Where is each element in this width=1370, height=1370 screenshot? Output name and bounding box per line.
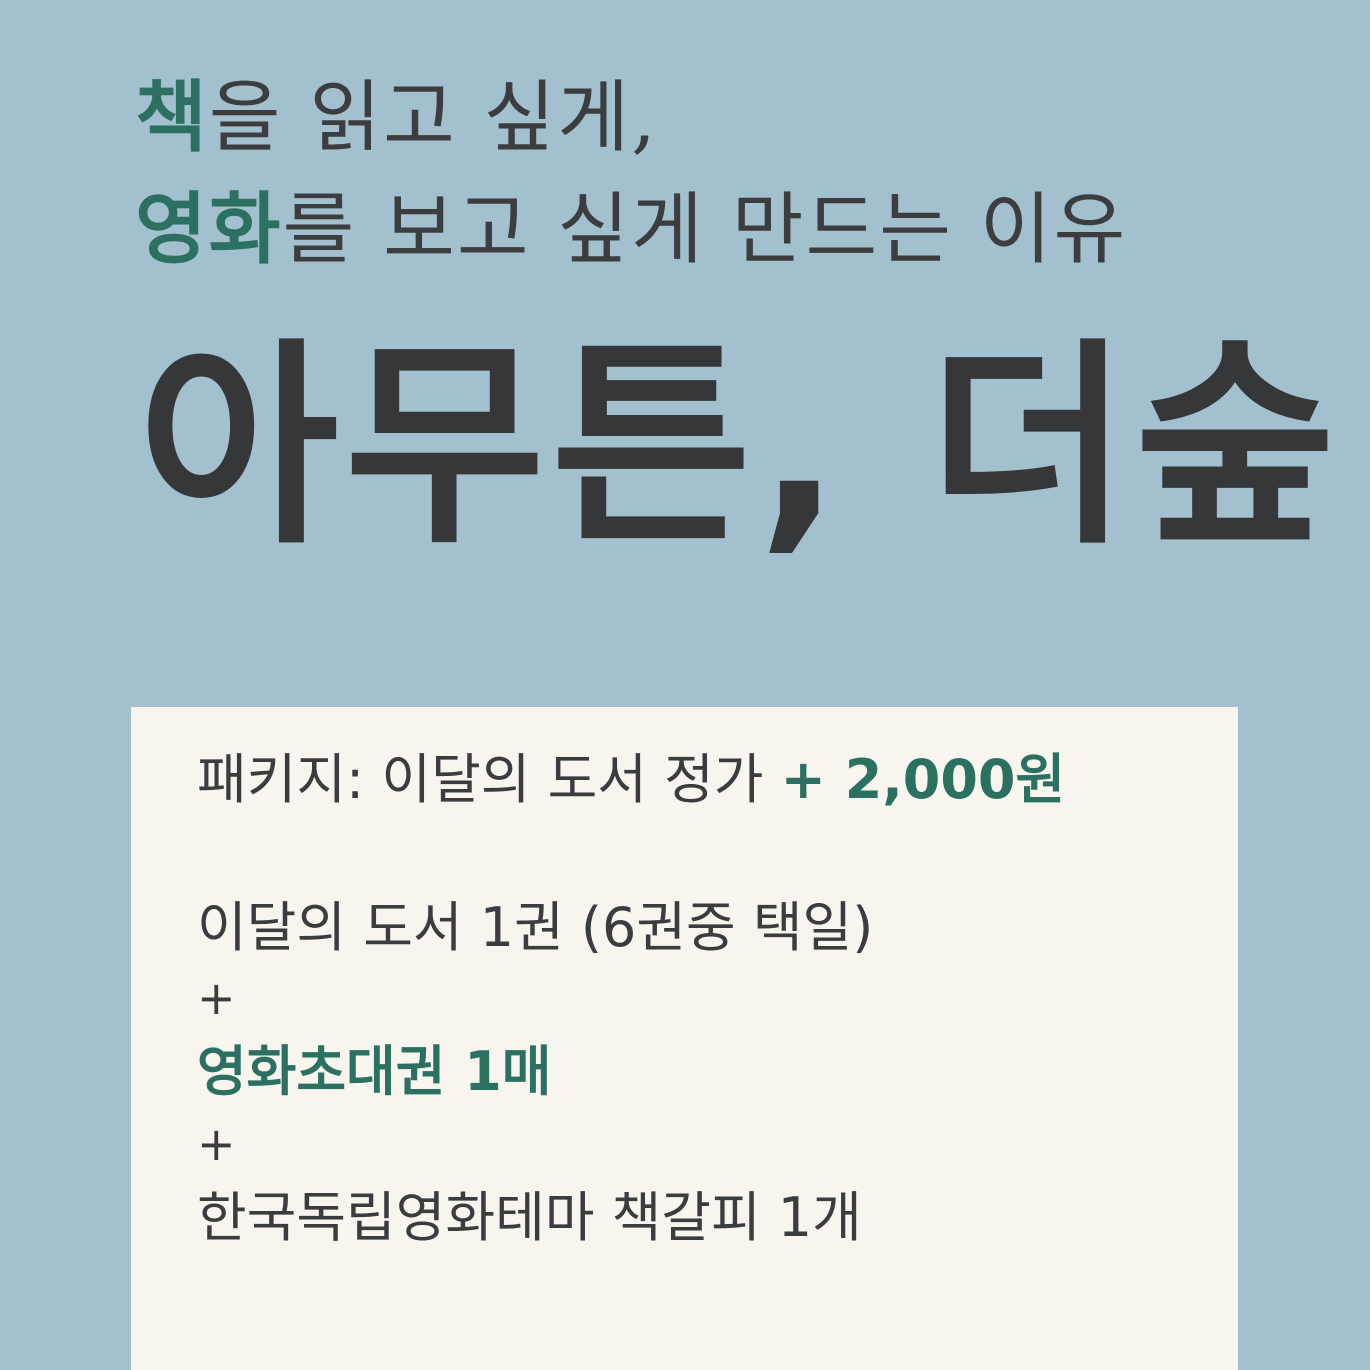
package-price: + 2,000원 (780, 748, 1066, 811)
tagline-highlight-movie: 영화 (135, 184, 283, 275)
package-label: 패키지: 이달의 도서 정가 (197, 748, 781, 811)
tagline-text-1: 을 읽고 싶게, (208, 73, 658, 163)
package-item-bookmark: 한국독립영화테마 책갈피 1개 (197, 1186, 862, 1249)
tagline-line-2: 영화를 보고 싶게 만드는 이유 (135, 174, 1127, 286)
brand-title: 아무튼, 더숲 (138, 321, 1342, 574)
package-card: 패키지: 이달의 도서 정가 + 2,000원 이달의 도서 1권 (6권중 택… (131, 707, 1238, 1370)
plus-sign-1: + (197, 971, 236, 1025)
tagline-highlight-book: 책 (135, 72, 209, 163)
plus-sign-2: + (197, 1117, 236, 1171)
package-price-line: 패키지: 이달의 도서 정가 + 2,000원 (197, 745, 1065, 815)
tagline: 책을 읽고 싶게, 영화를 보고 싶게 만드는 이유 (135, 62, 1127, 286)
tagline-line-1: 책을 읽고 싶게, (135, 62, 1127, 174)
tagline-text-2: 를 보고 싶게 만드는 이유 (282, 185, 1128, 275)
package-item-book: 이달의 도서 1권 (6권중 택일) (197, 896, 874, 959)
package-item-movie-ticket: 영화초대권 1매 (197, 1040, 552, 1103)
